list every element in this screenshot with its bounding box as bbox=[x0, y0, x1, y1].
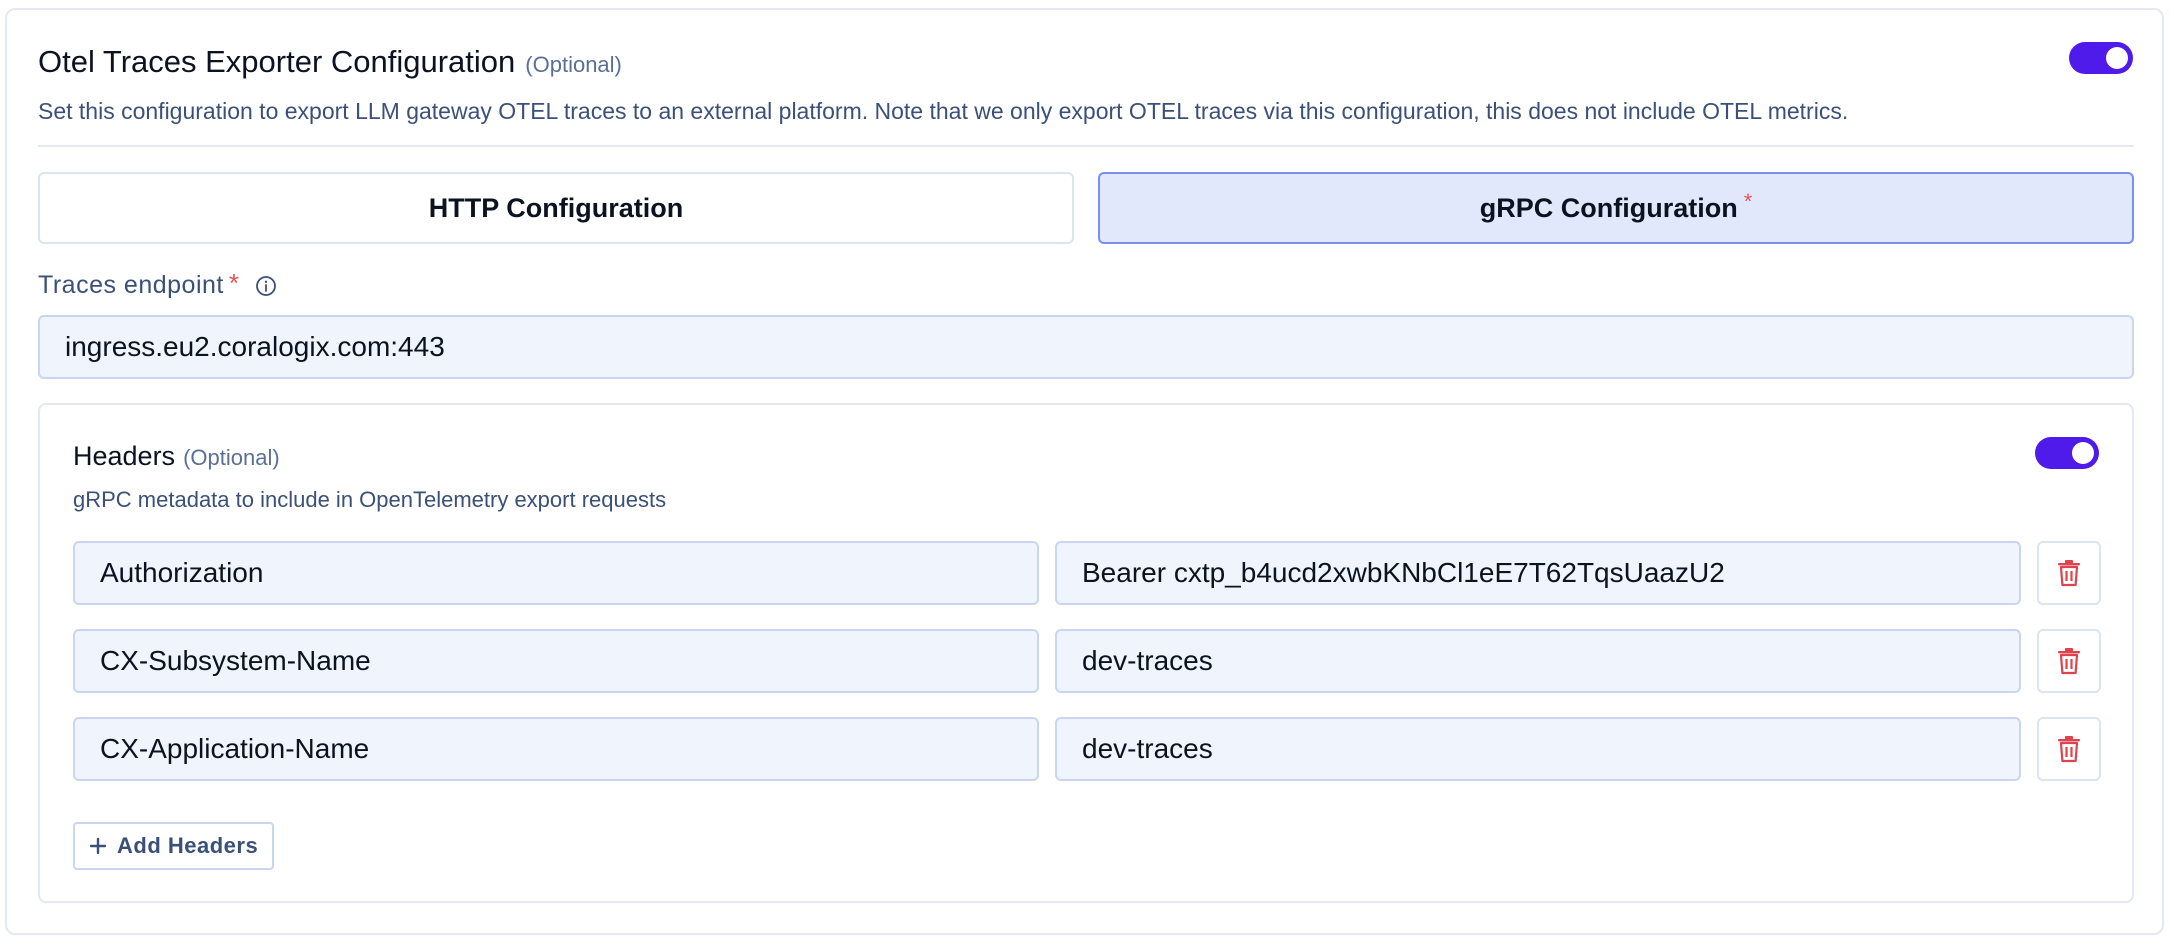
section-header: Otel Traces Exporter Configuration (Opti… bbox=[38, 44, 622, 80]
traces-endpoint-label: Traces endpoint * bbox=[38, 268, 277, 301]
header-value-input[interactable]: dev-traces bbox=[1055, 629, 2021, 693]
toggle-knob bbox=[2072, 442, 2094, 464]
toggle-knob bbox=[2106, 47, 2128, 69]
tab-http-label: HTTP Configuration bbox=[428, 192, 684, 223]
add-headers-label: Add Headers bbox=[117, 833, 259, 858]
plus-icon bbox=[89, 837, 107, 855]
tab-grpc-label: gRPC Configuration bbox=[1479, 192, 1738, 223]
header-value-input[interactable]: Bearer cxtp_b4ucd2xwbKNbCl1eE7T62TqsUaaz… bbox=[1055, 541, 2021, 605]
header-value-input[interactable]: dev-traces bbox=[1055, 717, 2021, 781]
header-key-input[interactable]: CX-Application-Name bbox=[73, 717, 1039, 781]
headers-optional-label: (Optional) bbox=[183, 445, 280, 470]
add-headers-button[interactable]: Add Headers bbox=[73, 822, 275, 870]
trash-icon bbox=[2058, 736, 2080, 763]
header-row: CX-Application-Name dev-traces bbox=[73, 717, 2101, 781]
trash-icon bbox=[2058, 560, 2080, 587]
traces-endpoint-input[interactable]: ingress.eu2.coralogix.com:443 bbox=[38, 315, 2134, 379]
headers-description: gRPC metadata to include in OpenTelemetr… bbox=[73, 487, 667, 512]
headers-title: Headers bbox=[73, 441, 176, 471]
delete-header-button[interactable] bbox=[2037, 541, 2101, 605]
section-title: Otel Traces Exporter Configuration bbox=[38, 44, 516, 79]
required-asterisk: * bbox=[1743, 189, 1753, 214]
header-row: CX-Subsystem-Name dev-traces bbox=[73, 629, 2101, 693]
trash-icon bbox=[2058, 648, 2080, 675]
section-optional-label: (Optional) bbox=[525, 52, 622, 77]
required-asterisk: * bbox=[228, 268, 240, 298]
tab-grpc-configuration[interactable]: gRPC Configuration * bbox=[1098, 172, 2134, 244]
header-row: Authorization Bearer cxtp_b4ucd2xwbKNbCl… bbox=[73, 541, 2101, 605]
section-description: Set this configuration to export LLM gat… bbox=[38, 98, 1849, 124]
delete-header-button[interactable] bbox=[2037, 717, 2101, 781]
headers-panel: Headers (Optional) gRPC metadata to incl… bbox=[38, 403, 2134, 903]
header-key-input[interactable]: CX-Subsystem-Name bbox=[73, 629, 1039, 693]
otel-exporter-toggle[interactable] bbox=[2069, 42, 2133, 74]
header-key-input[interactable]: Authorization bbox=[73, 541, 1039, 605]
traces-endpoint-label-text: Traces endpoint bbox=[38, 271, 224, 299]
headers-toggle[interactable] bbox=[2035, 437, 2099, 469]
headers-header: Headers (Optional) bbox=[73, 441, 280, 472]
delete-header-button[interactable] bbox=[2037, 629, 2101, 693]
info-icon[interactable] bbox=[255, 275, 277, 297]
divider bbox=[38, 145, 2134, 147]
tab-http-configuration[interactable]: HTTP Configuration bbox=[38, 172, 1074, 244]
